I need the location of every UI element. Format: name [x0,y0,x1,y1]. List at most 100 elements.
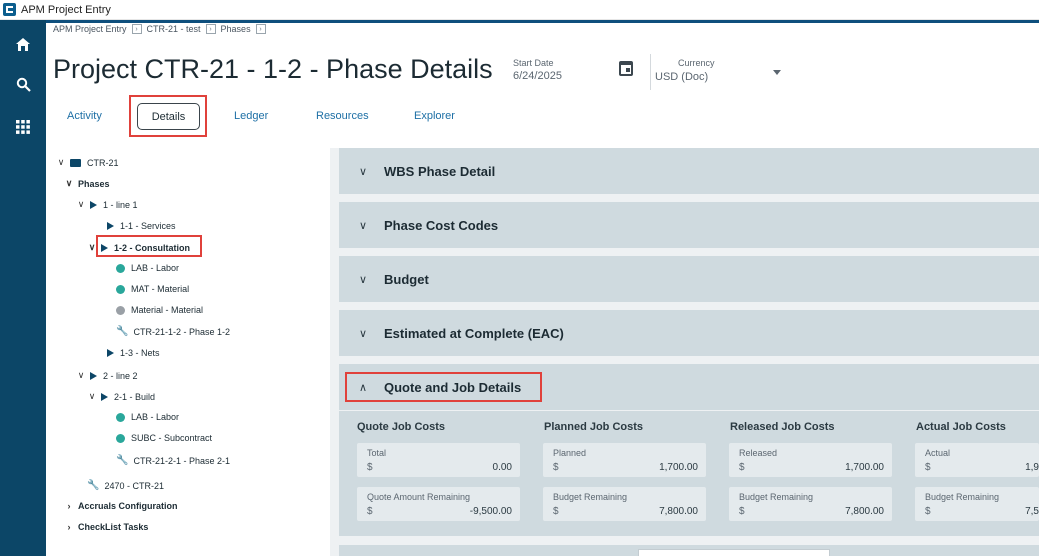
wrench-icon: 🔧 [116,455,129,466]
tree-label: LAB - Labor [131,412,180,422]
phase-icon [107,349,114,357]
phase-icon [90,200,97,209]
breadcrumb-item[interactable]: Phases [221,24,251,34]
tree-node-material[interactable]: Material - Material [116,305,203,315]
chevron-down-icon[interactable]: ∨ [356,273,370,286]
tab-explorer[interactable]: Explorer [414,110,455,122]
field-value: 7,800.00 [845,506,884,517]
released-field: Released $ 1,700.00 [729,443,892,477]
tree-node-phase21[interactable]: 🔧 CTR-21-2-1 - Phase 2-1 [116,455,230,466]
tree-node-phase12[interactable]: 🔧 CTR-21-1-2 - Phase 1-2 [116,326,230,337]
tree-node-build[interactable]: ∨ 2-1 - Build [87,391,155,402]
tree-node-checklist[interactable]: › CheckList Tasks [64,522,149,532]
window-title: APM Project Entry [21,3,111,16]
nav-rail [0,20,46,556]
field-label: Released [739,448,778,458]
tree-node-services[interactable]: 1-1 - Services [107,221,176,231]
chevron-down-icon[interactable]: ∨ [356,219,370,232]
cost-code-icon [116,263,125,273]
currency-symbol: $ [553,462,559,473]
tree-node-2470[interactable]: 🔧 2470 - CTR-21 [87,480,164,491]
section-title: Estimated at Complete (EAC) [384,325,564,341]
tree-label: 1-2 - Consultation [114,242,190,253]
chevron-down-icon[interactable]: ∨ [356,165,370,178]
tree-label: SUBC - Subcontract [131,433,213,443]
tree-label: LAB - Labor [131,263,180,273]
calendar-icon[interactable] [619,61,633,76]
section-wbs-phase-detail[interactable]: ∨ WBS Phase Detail [339,148,1039,194]
chevron-down-icon[interactable]: ∨ [76,370,86,381]
section-phase-cost-codes[interactable]: ∨ Phase Cost Codes [339,202,1039,248]
tree-node-mat[interactable]: MAT - Material [116,284,189,294]
column-header-actual: Actual Job Costs [916,421,1006,433]
field-value: 0.00 [492,462,512,473]
currency-label: Currency [678,58,715,68]
actual-budget-remaining-field: Budget Remaining $ 7,5 [915,487,1039,521]
chevron-down-icon[interactable]: ∨ [56,157,66,168]
chevron-down-icon[interactable]: ∨ [87,242,97,253]
tree-node-phases[interactable]: ∨ Phases [64,178,110,189]
tree-node-nets[interactable]: 1-3 - Nets [107,348,160,358]
field-label: Planned [553,448,587,458]
chevron-down-icon[interactable]: ∨ [87,391,97,402]
field-value: 1,9 [1025,462,1039,473]
phase-icon [101,243,108,252]
tab-activity[interactable]: Activity [67,110,102,122]
apps-grid-icon[interactable] [12,116,34,138]
field-value: 7,5 [1025,506,1039,517]
chevron-down-icon[interactable]: ∨ [76,199,86,210]
window-titlebar: APM Project Entry [0,0,1039,20]
breadcrumb: APM Project Entry › CTR-21 - test › Phas… [53,24,271,34]
phase-icon [101,392,108,401]
released-budget-remaining-field: Budget Remaining $ 7,800.00 [729,487,892,521]
section-budget[interactable]: ∨ Budget [339,256,1039,302]
tree-node-line1[interactable]: ∨ 1 - line 1 [76,199,138,210]
chevron-right-icon[interactable]: › [64,522,74,532]
phase-icon [107,222,114,230]
section-eac[interactable]: ∨ Estimated at Complete (EAC) [339,310,1039,356]
quote-amount-remaining-field: Quote Amount Remaining $ -9,500.00 [357,487,520,521]
actual-field: Actual $ 1,9 [915,443,1039,477]
chevron-down-icon[interactable] [773,70,781,75]
tree-node-line2[interactable]: ∨ 2 - line 2 [76,370,138,381]
tree-label: Phases [78,178,110,189]
next-section-input[interactable] [638,549,830,556]
tree-label: CTR-21-1-2 - Phase 1-2 [133,326,230,337]
currency-symbol: $ [739,462,745,473]
section-title: Phase Cost Codes [384,217,499,233]
tree-node-accruals[interactable]: › Accruals Configuration [64,501,178,511]
breadcrumb-chevron-icon: › [131,24,142,34]
tree-node-consultation[interactable]: ∨ 1-2 - Consultation [87,242,190,253]
tree-label: 1-3 - Nets [120,348,160,358]
tab-resources[interactable]: Resources [316,110,369,122]
cost-code-icon [116,412,125,422]
breadcrumb-item[interactable]: CTR-21 - test [147,24,201,34]
search-icon[interactable] [12,73,34,95]
tree-label: CTR-21-2-1 - Phase 2-1 [133,455,230,466]
tree-label: 1-1 - Services [120,221,176,231]
tree-node-root[interactable]: ∨ CTR-21 [56,157,119,168]
breadcrumb-item[interactable]: APM Project Entry [53,24,127,34]
total-field: Total $ 0.00 [357,443,520,477]
tab-ledger[interactable]: Ledger [234,110,268,122]
phase-icon [90,371,97,380]
chevron-down-icon[interactable]: ∨ [356,327,370,340]
chevron-right-icon[interactable]: › [64,501,74,511]
start-date-value[interactable]: 6/24/2025 [513,70,562,82]
header-accent-line [46,20,1039,23]
home-icon[interactable] [12,33,34,55]
tab-details[interactable]: Details [137,103,200,130]
chevron-down-icon[interactable]: ∨ [64,178,74,189]
cost-code-icon [116,284,125,294]
tree-label: 2-1 - Build [114,391,156,402]
field-label: Budget Remaining [739,492,814,502]
currency-value[interactable]: USD (Doc) [655,71,708,83]
tree-label: Material - Material [131,305,204,315]
breadcrumb-chevron-icon: › [255,24,266,34]
tree-node-lab[interactable]: LAB - Labor [116,263,179,273]
field-value: 1,700.00 [659,462,698,473]
section-title: WBS Phase Detail [384,163,496,179]
tree-node-lab2[interactable]: LAB - Labor [116,412,179,422]
planned-budget-remaining-field: Budget Remaining $ 7,800.00 [543,487,706,521]
tree-node-subc[interactable]: SUBC - Subcontract [116,433,212,443]
